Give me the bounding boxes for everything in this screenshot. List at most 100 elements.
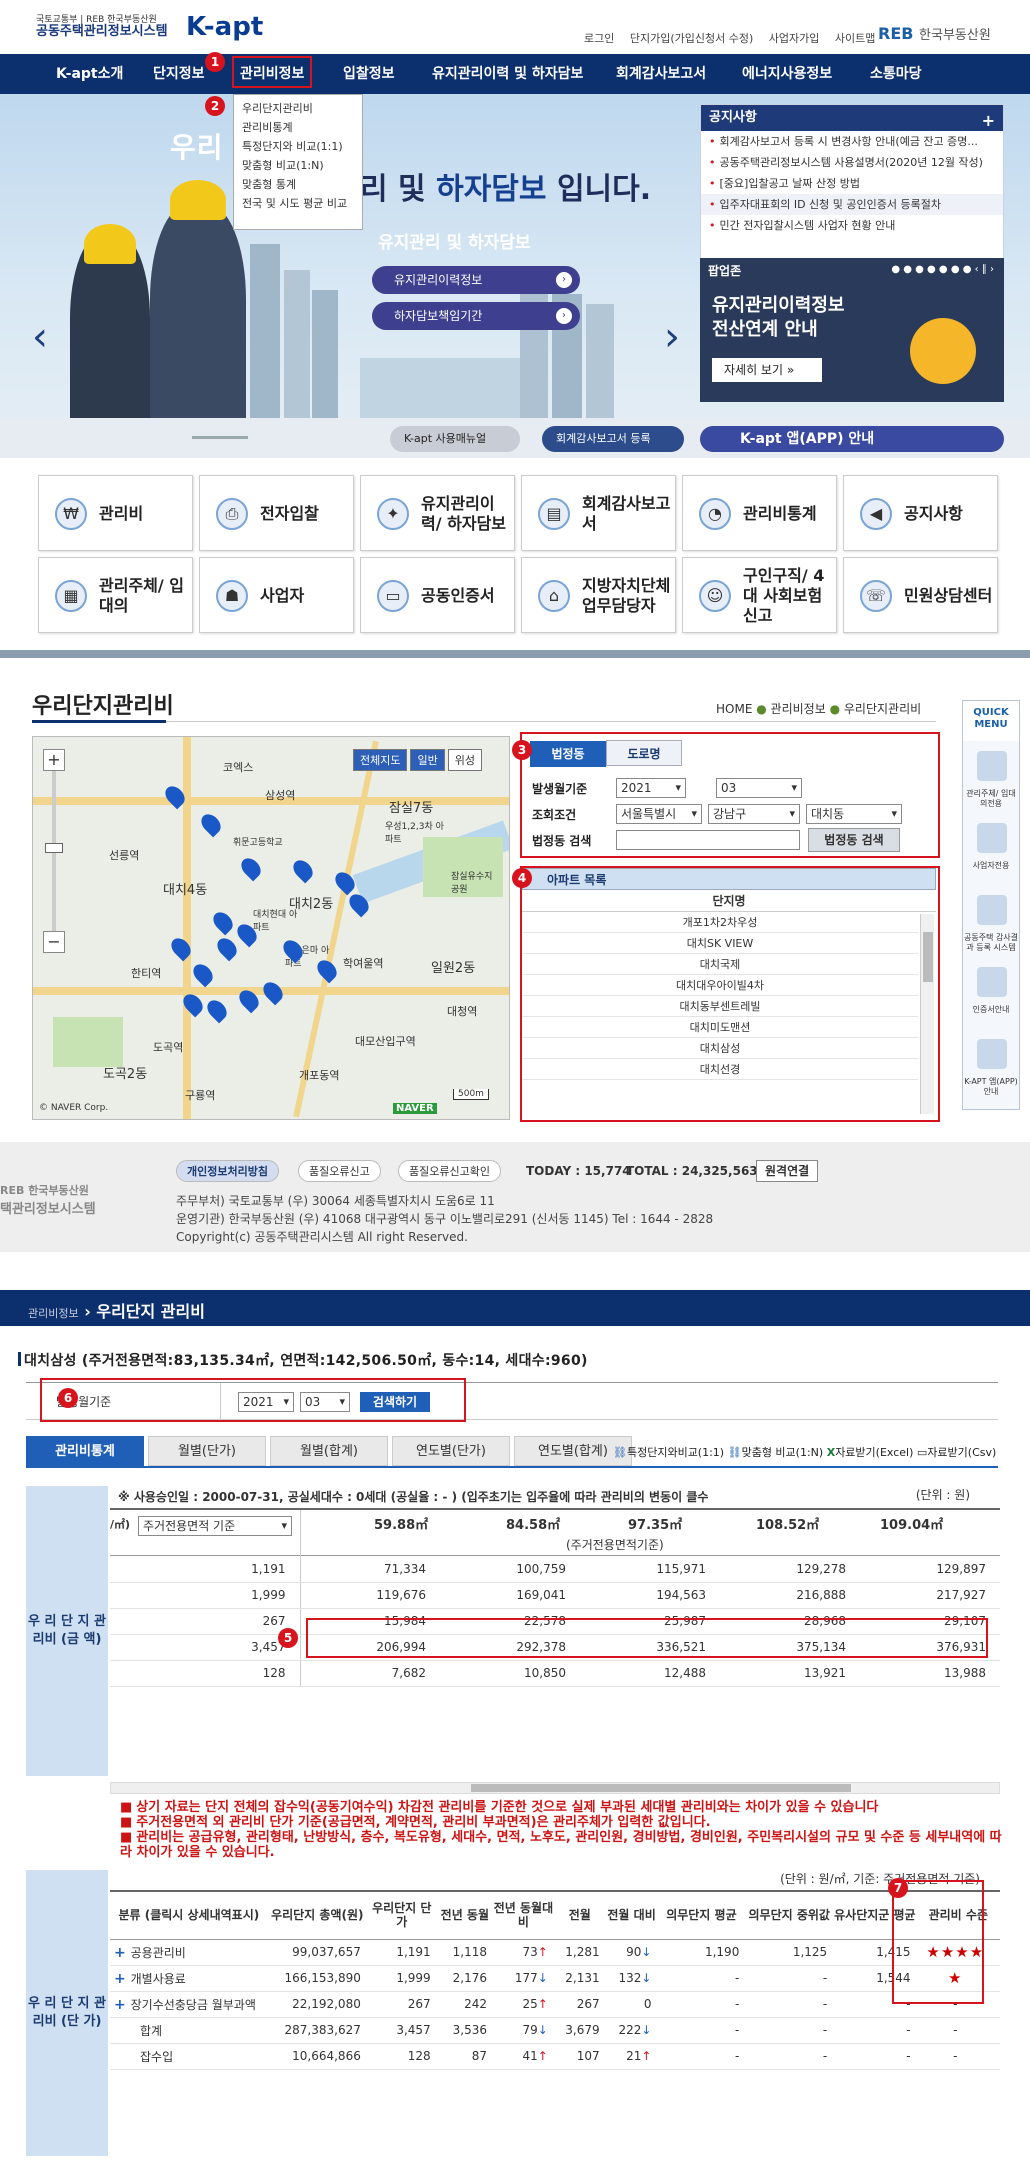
category-cell[interactable]: + 장기수선충당금 월부과액 bbox=[110, 1991, 268, 2018]
zoom-handle[interactable] bbox=[45, 843, 63, 853]
expand-plus-icon[interactable]: + bbox=[114, 1945, 131, 1961]
gov-logo[interactable]: 국토교통부 | REB 한국부동산원 공동주택관리정보시스템 bbox=[36, 14, 168, 38]
quick-complaint[interactable]: ☏ 민원상담센터 bbox=[843, 557, 998, 633]
maintenance-info-button[interactable]: 유지관리이력정보 › bbox=[372, 266, 580, 294]
audit-register-button[interactable]: 회계감사보고서 등록 bbox=[542, 426, 684, 452]
notice-item[interactable]: 공동주택관리정보시스템 사용설명서(2020년 12월 작성) bbox=[701, 152, 1003, 173]
map-pin-icon[interactable] bbox=[203, 996, 231, 1024]
tab-yearly-unit[interactable]: 연도별(단가) bbox=[392, 1436, 510, 1466]
compare-1-1-link[interactable]: 특정단지와비교(1:1) bbox=[627, 1446, 724, 1459]
download-excel-link[interactable]: 자료받기(Excel) bbox=[835, 1446, 913, 1459]
quick-audit[interactable]: ▤ 회계감사보고서 bbox=[521, 475, 676, 551]
crumb-home[interactable]: HOME bbox=[716, 702, 752, 716]
nav-complex-info[interactable]: 단지정보 bbox=[153, 54, 205, 94]
quick-notice[interactable]: ◀ 공지사항 bbox=[843, 475, 998, 551]
prev-slide-icon[interactable]: ‹ bbox=[32, 314, 48, 360]
notice-item[interactable]: 민간 전자입찰시스템 사업자 현황 안내 bbox=[701, 215, 1003, 236]
table-horizontal-scrollbar[interactable] bbox=[110, 1782, 1000, 1794]
app-guide-button[interactable]: K-apt 앱(APP) 안내 bbox=[700, 426, 1004, 452]
quick-local-gov[interactable]: ⌂ 지방자치단체 업무담당자 bbox=[521, 557, 676, 633]
complex-map[interactable]: 코엑스 삼성역 선릉역 대치4동 대치2동 잠실7동 우성1,2,3차 아파트 … bbox=[32, 736, 510, 1120]
notice-item[interactable]: 입주자대표회의 ID 신청 및 공인인증서 등록절차 bbox=[701, 194, 1003, 215]
map-normal-button[interactable]: 일반 bbox=[410, 749, 445, 771]
slide-indicator[interactable] bbox=[192, 436, 248, 439]
menu-item-custom-stats[interactable]: 맞춤형 통계 bbox=[234, 175, 362, 194]
quick-business[interactable]: ☗ 사업자 bbox=[199, 557, 354, 633]
tab-monthly-total[interactable]: 월별(합계) bbox=[270, 1436, 388, 1466]
privacy-link[interactable]: 개인정보처리방침 bbox=[176, 1160, 279, 1182]
kapt-logo[interactable]: K-apt bbox=[186, 12, 263, 42]
login-link[interactable]: 로그인 bbox=[584, 32, 614, 45]
area-header: 108.52㎡ bbox=[756, 1518, 820, 1533]
carousel-dots-icon[interactable]: ● ● ● ● ● ● ● ‹ ∥ › bbox=[891, 264, 994, 275]
notice-item[interactable]: 회계감사보고서 등록 시 변경사항 안내(예금 잔고 증명... bbox=[701, 131, 1003, 152]
menu-item-avg-compare[interactable]: 전국 및 시도 평균 비교 bbox=[234, 194, 362, 213]
zoom-in-icon[interactable]: + bbox=[43, 749, 65, 771]
defect-period-label: 하자담보책임기간 bbox=[394, 309, 483, 323]
manual-button[interactable]: K-apt 사용매뉴얼 bbox=[390, 426, 520, 452]
table-row[interactable]: + 개별사용료 166,153,890 1,999 2,176 177↓ 2,131 132… bbox=[110, 1965, 1000, 1992]
remote-connect-button[interactable]: 원격연결 bbox=[756, 1160, 819, 1182]
map-zoom-control[interactable]: + − bbox=[43, 749, 65, 959]
map-pin-icon[interactable] bbox=[189, 960, 217, 988]
defect-period-button[interactable]: 하자담보책임기간 › bbox=[372, 302, 580, 330]
reb-logo[interactable]: REB 한국부동산원 bbox=[878, 24, 991, 43]
menu-item-my-fee[interactable]: 우리단지관리비 bbox=[234, 99, 362, 118]
map-pin-icon[interactable] bbox=[197, 810, 225, 838]
quick-menu-item[interactable]: 공동주택 감사결과 등록 시스템 bbox=[963, 885, 1019, 957]
map-pin-icon[interactable] bbox=[289, 856, 317, 884]
map-pin-icon[interactable] bbox=[331, 868, 359, 896]
quick-manager[interactable]: ▦ 관리주체/ 입대의 bbox=[38, 557, 193, 633]
nav-kapt-intro[interactable]: K-apt소개 bbox=[56, 54, 123, 94]
sitemap-link[interactable]: 사이트맵 bbox=[835, 32, 875, 45]
menu-item-compare-1-n[interactable]: 맞춤형 비교(1:N) bbox=[234, 156, 362, 175]
tab-monthly-unit[interactable]: 월별(단가) bbox=[148, 1436, 266, 1466]
quick-maintenance[interactable]: ✦ 유지관리이력/ 하자담보 bbox=[360, 475, 515, 551]
quick-jobs[interactable]: ☺ 구인구직/ 4대 사회보험 신고 bbox=[682, 557, 837, 633]
table-actions: ⛓특정단지와비교(1:1) ⛓맞춤형 비교(1:N) X자료받기(Excel) … bbox=[613, 1444, 996, 1460]
scrollbar-thumb[interactable] bbox=[471, 1784, 851, 1792]
zoom-out-icon[interactable]: − bbox=[43, 931, 65, 953]
compare-1-n-link[interactable]: 맞춤형 비교(1:N) bbox=[742, 1446, 824, 1459]
nav-energy[interactable]: 에너지사용정보 bbox=[742, 54, 832, 94]
plus-icon[interactable]: + bbox=[982, 108, 995, 134]
nav-bid-info[interactable]: 입찰정보 bbox=[343, 54, 395, 94]
download-csv-link[interactable]: 자료받기(Csv) bbox=[927, 1446, 996, 1459]
popup-more-button[interactable]: 자세히 보기 » bbox=[712, 358, 822, 382]
quick-ebid[interactable]: ⎙ 전자입찰 bbox=[199, 475, 354, 551]
quick-fee[interactable]: ₩ 관리비 bbox=[38, 475, 193, 551]
map-satellite-button[interactable]: 위성 bbox=[447, 749, 482, 771]
table-row[interactable]: + 공용관리비 99,037,657 1,191 1,118 73↑ 1,281 90↓ 1,… bbox=[110, 1939, 1000, 1966]
map-pin-icon[interactable] bbox=[259, 978, 287, 1006]
menu-item-fee-stats[interactable]: 관리비통계 bbox=[234, 118, 362, 137]
crumb-fee-info[interactable]: 관리비정보 bbox=[771, 702, 826, 716]
expand-plus-icon[interactable]: + bbox=[114, 1997, 131, 2013]
quick-fee-stats[interactable]: ◔ 관리비통계 bbox=[682, 475, 837, 551]
next-slide-icon[interactable]: › bbox=[664, 314, 680, 360]
map-pin-icon[interactable] bbox=[237, 854, 265, 882]
error-report-link[interactable]: 품질오류신고 bbox=[298, 1160, 381, 1182]
map-all-button[interactable]: 전체지도 bbox=[353, 749, 408, 771]
nav-audit[interactable]: 회계감사보고서 bbox=[616, 54, 706, 94]
area-basis-select[interactable]: 주거전용면적 기준 bbox=[138, 1516, 292, 1536]
quick-menu-item[interactable]: 사업자전용 bbox=[963, 813, 1019, 885]
join-link[interactable]: 단지가입(가입신청서 수정) bbox=[630, 32, 753, 45]
category-cell[interactable]: + 공용관리비 bbox=[110, 1939, 268, 1966]
category-cell[interactable]: + 개별사용료 bbox=[110, 1965, 268, 1992]
quick-menu-item[interactable]: 관리주체/ 입대의전용 bbox=[963, 741, 1019, 813]
crumb-parent[interactable]: 관리비정보 bbox=[28, 1307, 79, 1320]
nav-community[interactable]: 소통마당 bbox=[870, 54, 922, 94]
map-pin-icon[interactable] bbox=[209, 908, 237, 936]
business-join-link[interactable]: 사업자가입 bbox=[769, 32, 820, 45]
quick-menu-item[interactable]: K-APT 앱(APP) 안내 bbox=[963, 1029, 1019, 1101]
table-row[interactable]: + 장기수선충당금 월부과액 22,192,080 267 242 25↑ 267 0- - -… bbox=[110, 1991, 1000, 2018]
notice-item[interactable]: [중요]입찰공고 날짜 산정 방법 bbox=[701, 173, 1003, 194]
quick-menu-item[interactable]: 인증서안내 bbox=[963, 957, 1019, 1029]
error-check-link[interactable]: 품질오류신고확인 bbox=[398, 1160, 501, 1182]
tab-fee-stats[interactable]: 관리비통계 bbox=[26, 1436, 144, 1466]
nav-maintenance[interactable]: 유지관리이력 및 하자담보 bbox=[432, 54, 583, 94]
quick-certificate[interactable]: ▭ 공동인증서 bbox=[360, 557, 515, 633]
map-pin-icon[interactable] bbox=[213, 934, 241, 962]
menu-item-compare-1-1[interactable]: 특정단지와 비교(1:1) bbox=[234, 137, 362, 156]
expand-plus-icon[interactable]: + bbox=[114, 1971, 131, 1987]
